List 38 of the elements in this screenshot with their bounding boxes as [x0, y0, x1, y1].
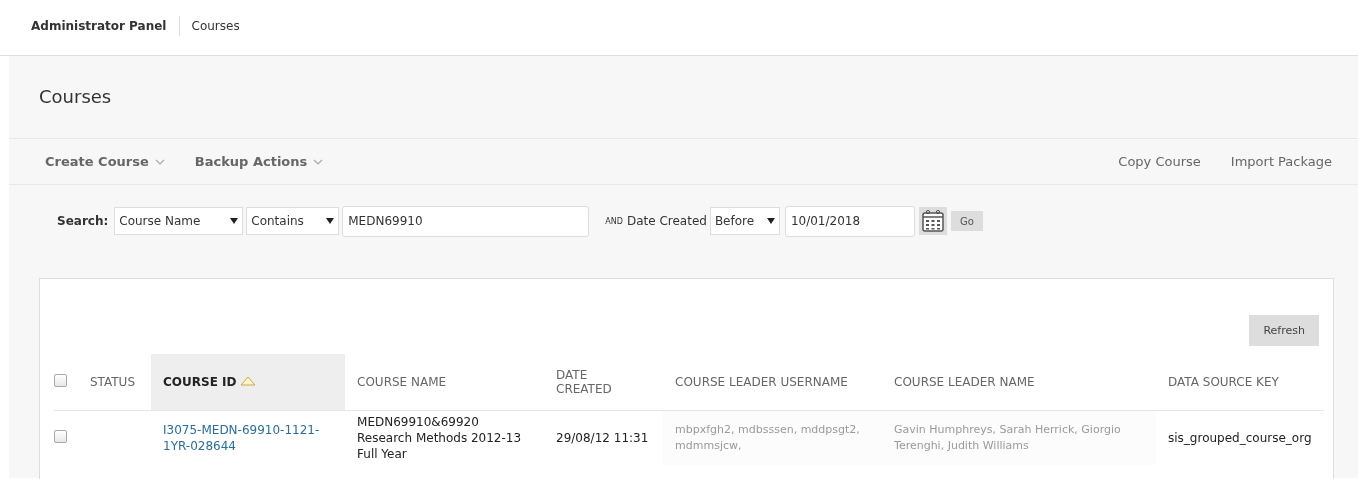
table-cell: sis_grouped_course_org: [1168, 431, 1312, 445]
column-header[interactable]: DATA SOURCE KEY: [1156, 354, 1324, 411]
calendar-icon[interactable]: [918, 207, 947, 235]
dropdown-arrow-icon: [230, 218, 239, 224]
breadcrumb-item[interactable]: Courses: [191, 18, 240, 33]
column-header[interactable]: DATE CREATED: [544, 354, 664, 411]
table-cell: 29/08/12 11:31: [556, 431, 649, 445]
field-dropdown[interactable]: Course Name: [114, 207, 244, 235]
table-cell: MEDN69910&69920 Research Methods 2012-13 Full Year: [357, 415, 522, 461]
column-header[interactable]: COURSE LEADER USERNAME: [663, 354, 883, 411]
sort-ascending-icon: [240, 376, 257, 386]
and-label: AND: [605, 216, 623, 226]
page-title: Courses: [9, 56, 1358, 139]
column-header[interactable]: COURSE LEADER NAME: [882, 354, 1157, 411]
table-cell-text: Gavin Humphreys, Sarah Herrick, Giorgio Terenghi, Judith Williams: [894, 422, 1122, 454]
operator-dropdown[interactable]: Contains: [246, 207, 340, 235]
chevron-down-icon: [313, 158, 324, 165]
row-checkbox[interactable]: [54, 429, 67, 443]
toolbar-link[interactable]: Copy Course: [1118, 154, 1201, 169]
course-id-link[interactable]: I3075-MEDN-69910-1121-1YR-028644: [163, 422, 334, 454]
menu-button[interactable]: Backup Actions: [194, 154, 324, 169]
toolbar-link[interactable]: Import Package: [1230, 154, 1332, 169]
select-all-checkbox[interactable]: [54, 374, 67, 387]
breadcrumb-item[interactable]: Administrator Panel: [31, 18, 167, 33]
chevron-down-icon: [154, 158, 165, 165]
menu-button[interactable]: Create Course: [45, 154, 165, 169]
dropdown-arrow-icon: [766, 218, 775, 224]
column-header[interactable]: COURSE NAME: [345, 354, 545, 411]
date-label: Date Created: [626, 214, 707, 228]
go-button[interactable]: Go: [950, 211, 983, 231]
date-input[interactable]: 10/01/2018: [784, 205, 915, 237]
column-header[interactable]: COURSE ID: [151, 354, 346, 411]
table-cell-text: mbpxfgh2, mdbsssen, mddpsgt2, mdmmsjcw,: [675, 422, 861, 454]
refresh-button[interactable]: Refresh: [1249, 315, 1319, 346]
search-input[interactable]: MEDN69910: [342, 205, 590, 237]
search-label: Search:: [57, 214, 109, 228]
dropdown-arrow-icon: [326, 218, 335, 224]
date-operator-dropdown[interactable]: Before: [709, 207, 780, 235]
